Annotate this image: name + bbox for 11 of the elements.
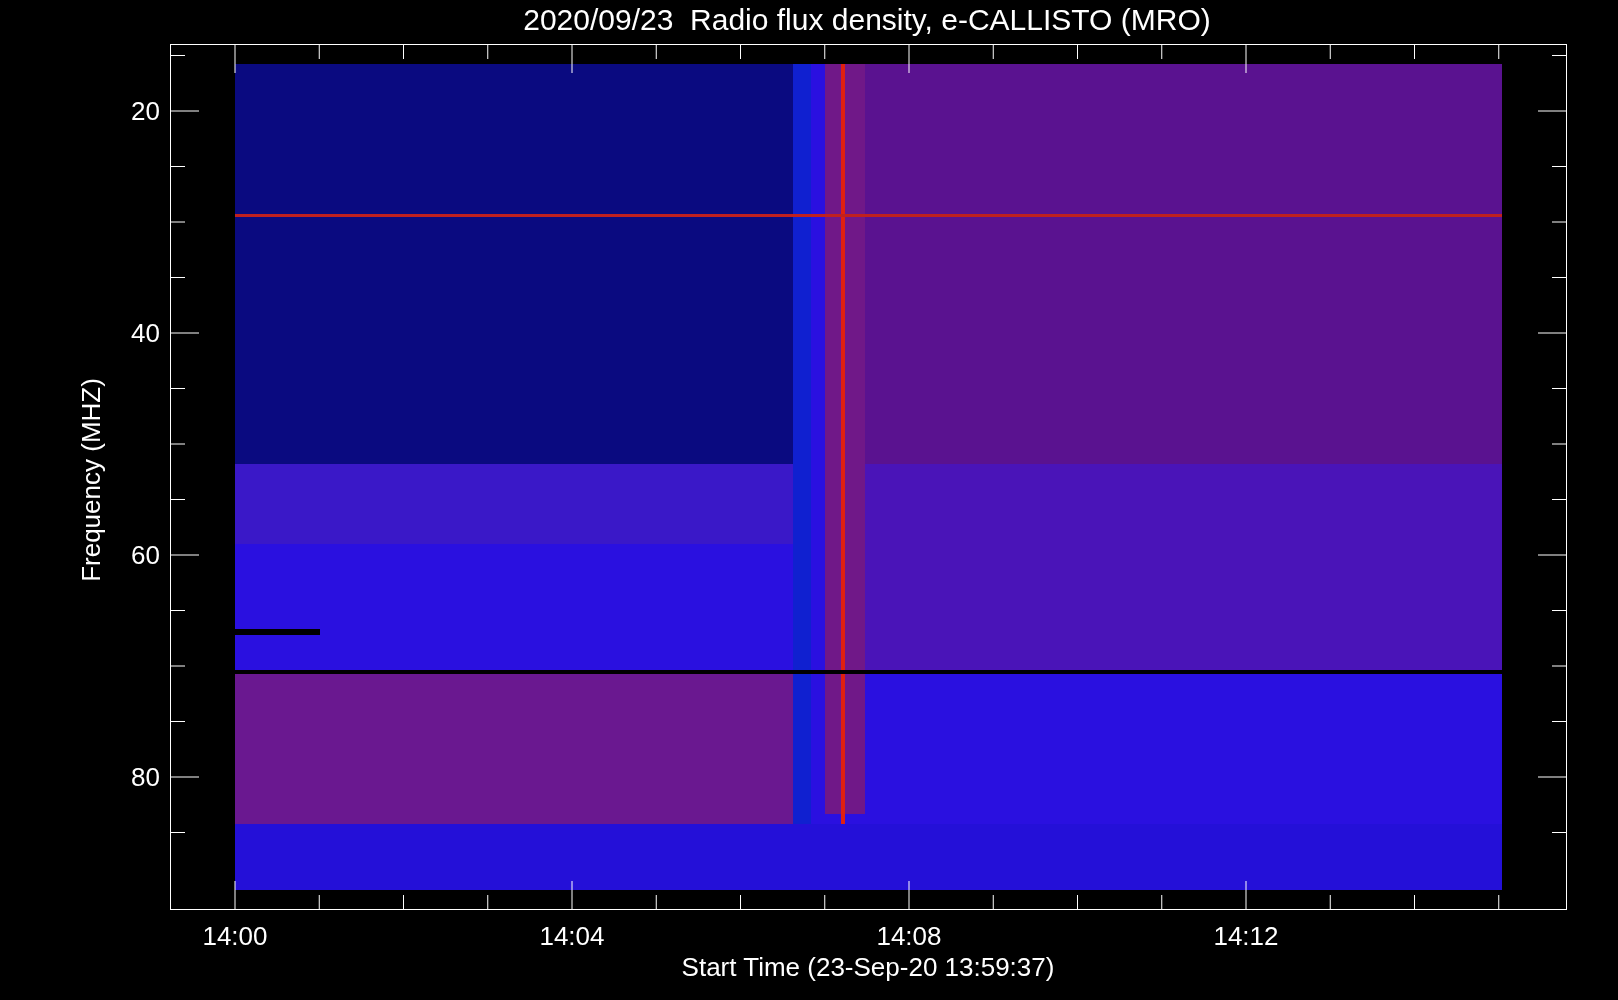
tick-label: 20 [131,96,160,126]
tick-label: 60 [131,540,160,570]
tick-label: 14:12 [1213,921,1279,951]
tick-label: 14:08 [876,921,942,951]
tick-label: 40 [131,318,160,348]
tick-label: 80 [131,762,160,792]
tick-label: 14:00 [202,921,268,951]
x-axis-label: Start Time (23-Sep-20 13:59:37) [681,952,1055,982]
plot-title: 2020/09/23 Radio flux density, e-CALLISTO (MRO) [523,3,1211,36]
tick-label: 14:04 [539,921,605,951]
y-axis-label: Frequency (MHZ) [76,378,106,582]
